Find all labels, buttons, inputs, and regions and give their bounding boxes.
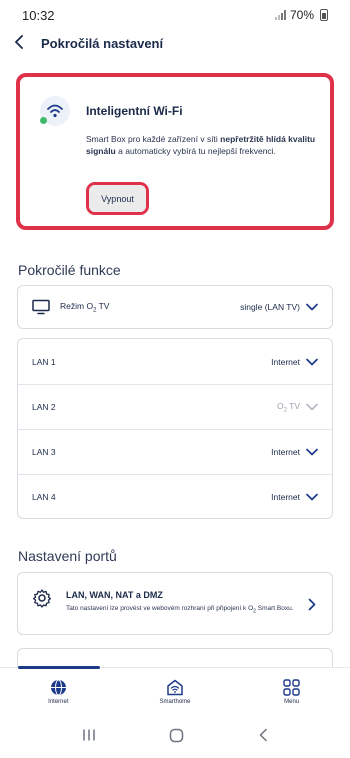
lan-value: O2 TV bbox=[276, 400, 300, 414]
ports-item-title: LAN, WAN, NAT a DMZ bbox=[66, 590, 163, 600]
recent-apps-icon[interactable] bbox=[82, 728, 96, 742]
chevron-down-icon[interactable] bbox=[306, 303, 318, 311]
page-title: Pokročilá nastavení bbox=[41, 35, 164, 51]
turn-off-button[interactable]: Vypnout bbox=[89, 185, 146, 212]
lan-row[interactable]: LAN 3 Internet bbox=[18, 429, 332, 474]
globe-icon bbox=[50, 679, 66, 696]
lan-row[interactable]: LAN 1 Internet bbox=[18, 339, 332, 384]
smart-wifi-description: Smart Box pro každé zařízení v síti nepř… bbox=[86, 134, 316, 156]
tv-mode-card[interactable]: Režim O2 TV single (LAN TV) bbox=[17, 285, 333, 329]
nav-menu-label: Menu bbox=[284, 699, 300, 705]
lan-row[interactable]: LAN 4 Internet bbox=[18, 474, 332, 518]
smart-wifi-title: Inteligentní Wi-Fi bbox=[86, 104, 183, 118]
grid-menu-icon bbox=[283, 679, 300, 696]
smarthome-icon bbox=[167, 679, 183, 696]
back-arrow-icon[interactable] bbox=[14, 33, 32, 53]
chevron-down-icon[interactable] bbox=[306, 448, 318, 456]
status-icons: 70% bbox=[274, 8, 328, 22]
status-bar: 10:32 70% bbox=[0, 0, 350, 30]
app-header: Pokročilá nastavení bbox=[0, 30, 350, 56]
turn-off-button-highlight: Vypnout bbox=[86, 182, 149, 215]
tv-mode-label: Režim O2 TV bbox=[60, 300, 110, 314]
lan-name: LAN 4 bbox=[32, 491, 56, 502]
gear-icon bbox=[32, 589, 52, 608]
lan-card: LAN 1 Internet LAN 2 O2 TV LAN 3 Interne… bbox=[17, 338, 333, 519]
tv-mode-row[interactable]: Režim O2 TV single (LAN TV) bbox=[18, 286, 332, 328]
chevron-down-icon[interactable] bbox=[306, 358, 318, 366]
nav-smarthome[interactable]: Smarthome bbox=[117, 668, 234, 712]
nav-internet[interactable]: Internet bbox=[0, 668, 117, 712]
lan-name: LAN 3 bbox=[32, 447, 56, 457]
bottom-nav: Internet Smarthome Menu bbox=[0, 666, 350, 712]
system-nav-bar bbox=[0, 712, 350, 758]
ports-item-description: Tato nastavení lze provést ve webovém ro… bbox=[66, 605, 294, 615]
lan-name: LAN 1 bbox=[32, 356, 56, 367]
chevron-down-icon bbox=[306, 403, 318, 411]
signal-icon bbox=[274, 10, 286, 20]
nav-menu[interactable]: Menu bbox=[233, 668, 350, 712]
tv-mode-value: single (LAN TV) bbox=[240, 302, 300, 312]
battery-percent: 70% bbox=[289, 8, 314, 22]
nav-internet-label: Internet bbox=[48, 699, 69, 705]
chevron-right-icon[interactable] bbox=[308, 598, 316, 611]
status-time: 10:32 bbox=[22, 7, 55, 23]
status-dot-icon bbox=[40, 117, 47, 124]
active-tab-indicator bbox=[18, 666, 100, 669]
tv-icon bbox=[32, 299, 50, 315]
chevron-down-icon[interactable] bbox=[306, 493, 318, 501]
lan-row: LAN 2 O2 TV bbox=[18, 384, 332, 429]
back-icon[interactable] bbox=[258, 728, 268, 742]
ports-section-title: Nastavení portů bbox=[18, 548, 117, 564]
lan-value: Internet bbox=[271, 491, 300, 502]
battery-icon bbox=[320, 9, 328, 21]
nav-smarthome-label: Smarthome bbox=[159, 699, 191, 705]
lan-value: Internet bbox=[271, 447, 300, 457]
lan-value: Internet bbox=[271, 356, 300, 367]
advanced-section-title: Pokročilé funkce bbox=[18, 262, 121, 278]
lan-name: LAN 2 bbox=[32, 402, 56, 412]
ports-card[interactable]: LAN, WAN, NAT a DMZ Tato nastavení lze p… bbox=[17, 572, 333, 635]
home-icon[interactable] bbox=[169, 728, 184, 743]
smart-wifi-card: Inteligentní Wi-Fi Smart Box pro každé z… bbox=[16, 73, 334, 230]
